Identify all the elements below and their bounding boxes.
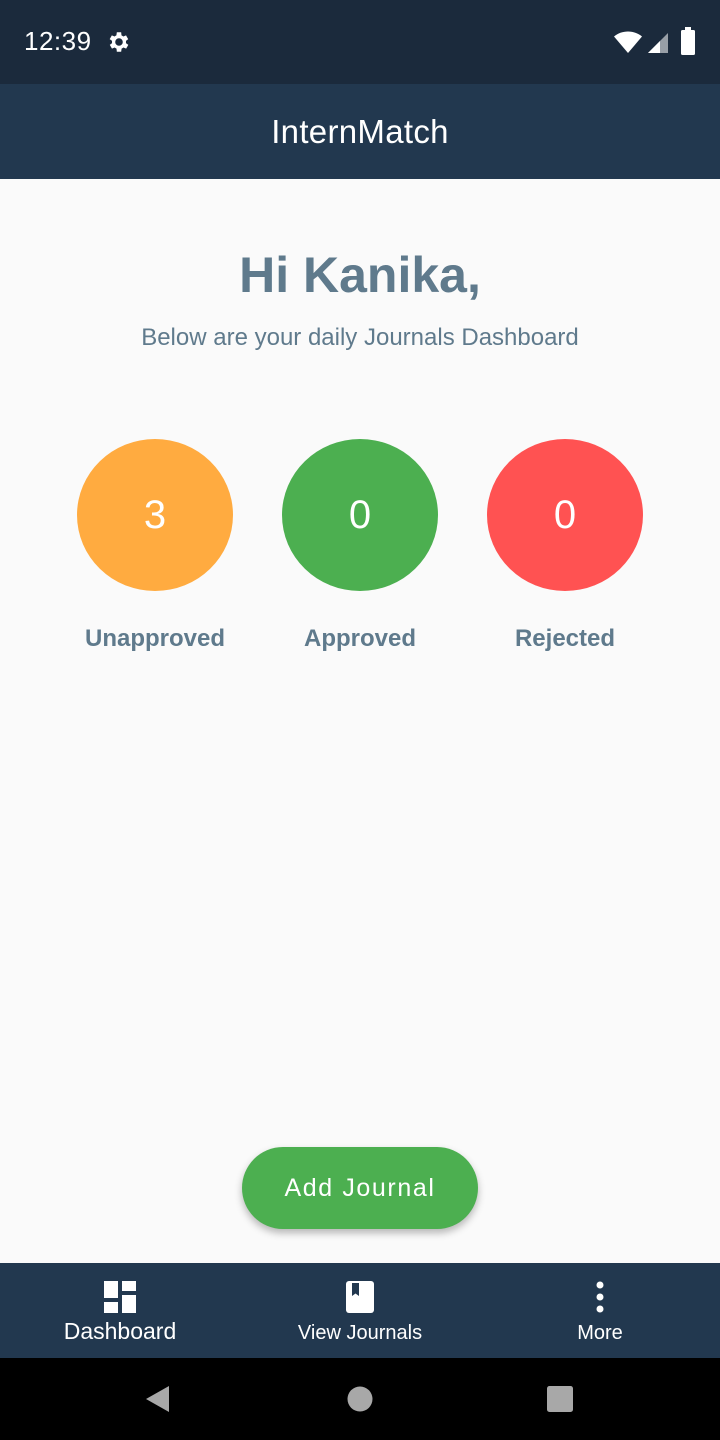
signal-icon <box>648 33 668 53</box>
rejected-label: Rejected <box>514 625 616 652</box>
approved-count-circle[interactable]: 0 <box>282 439 438 591</box>
unapproved-count-circle[interactable]: 3 <box>77 439 233 591</box>
back-icon[interactable] <box>143 1384 173 1414</box>
home-icon[interactable] <box>345 1384 375 1414</box>
rejected-count-circle[interactable]: 0 <box>487 439 643 591</box>
book-icon <box>346 1281 374 1313</box>
nav-label-dashboard: Dashboard <box>63 1318 177 1344</box>
approved-label: Approved <box>303 625 416 652</box>
dashboard-subtitle: Below are your daily Journals Dashboard <box>141 324 579 351</box>
app-bar: InternMatch <box>0 84 720 179</box>
system-nav-bar <box>0 1358 720 1440</box>
app-title: InternMatch <box>271 112 449 150</box>
nav-item-dashboard[interactable]: Dashboard <box>0 1263 240 1358</box>
dashboard-icon <box>104 1281 136 1313</box>
nav-item-more[interactable]: More <box>480 1263 720 1358</box>
screen: 12:39 InternMatch Hi Kanika, Below are y… <box>0 0 720 1440</box>
nav-label-view-journals: View Journals <box>297 1322 423 1344</box>
status-bar: 12:39 <box>0 0 720 84</box>
recents-icon[interactable] <box>545 1384 575 1414</box>
status-time: 12:39 <box>24 26 92 56</box>
more-vertical-icon <box>596 1281 604 1313</box>
stat-rejected[interactable]: 0 Rejected <box>455 439 675 669</box>
greeting-heading: Hi Kanika, <box>239 247 481 303</box>
wifi-icon <box>614 31 642 53</box>
nav-label-more: More <box>577 1322 623 1344</box>
battery-icon <box>681 27 695 55</box>
add-journal-button[interactable]: Add Journal <box>242 1147 478 1229</box>
nav-item-view-journals[interactable]: View Journals <box>240 1263 480 1358</box>
stat-approved[interactable]: 0 Approved <box>250 439 470 669</box>
unapproved-label: Unapproved <box>84 625 225 652</box>
bottom-nav: Dashboard View Journals More <box>0 1263 720 1358</box>
stat-unapproved[interactable]: 3 Unapproved <box>45 439 265 669</box>
gear-icon <box>109 32 129 52</box>
